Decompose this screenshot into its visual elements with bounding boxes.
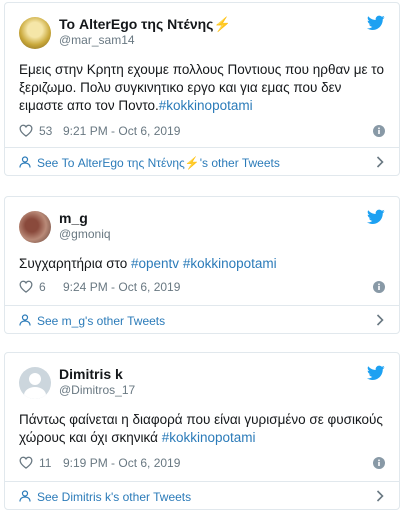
author-names[interactable]: m_g @gmoniq [59, 209, 111, 242]
tweet-timestamp[interactable]: 9:19 PM - Oct 6, 2019 [63, 456, 180, 470]
tweet-meta: 6 9:24 PM - Oct 6, 2019 [19, 279, 385, 295]
author-names[interactable]: Το AlterEgo της Ντένης⚡ @mar_sam14 [59, 15, 231, 48]
person-icon [19, 156, 31, 168]
tweet-timestamp[interactable]: 9:21 PM - Oct 6, 2019 [63, 124, 180, 138]
tweet-card[interactable]: m_g @gmoniq Συγχαρητήρια στο #opentv #ko… [4, 196, 400, 334]
like-count: 6 [39, 280, 46, 294]
display-name[interactable]: Το AlterEgo της Ντένης⚡ [59, 15, 231, 33]
chevron-right-icon [376, 314, 384, 326]
twitter-bird-icon[interactable] [367, 365, 385, 381]
screen-name[interactable]: @mar_sam14 [59, 33, 231, 48]
tweet-text: Πάντως φαίνεται η διαφορά που είναι γυρι… [19, 411, 385, 447]
display-name-text: Το AlterEgo της Ντένης [59, 16, 214, 32]
heart-icon[interactable] [19, 456, 33, 469]
see-other-tweets-link[interactable]: See m_g's other Tweets [19, 306, 385, 334]
heart-icon[interactable] [19, 280, 33, 293]
info-icon[interactable] [373, 125, 385, 137]
heart-icon[interactable] [19, 124, 33, 137]
hashtag-link[interactable]: #kokkinopotami [159, 98, 253, 113]
see-other-tweets-label: See m_g's other Tweets [37, 314, 166, 328]
see-other-tweets-link[interactable]: See Dimitris k's other Tweets [19, 482, 385, 510]
display-name[interactable]: Dimitris k [59, 365, 135, 383]
tweet-text: Συγχαρητήρια στο #opentv #kokkinopotami [19, 255, 385, 273]
tweet-header: m_g @gmoniq [19, 209, 389, 243]
lightning-emoji: ⚡ [213, 16, 231, 32]
hashtag-link[interactable]: #kokkinopotami [183, 256, 277, 271]
avatar[interactable] [19, 17, 51, 49]
display-name[interactable]: m_g [59, 209, 111, 227]
like-count: 53 [39, 124, 53, 138]
tweet-meta: 53 9:21 PM - Oct 6, 2019 [19, 123, 385, 139]
hashtag-link[interactable]: #opentv [131, 256, 179, 271]
avatar[interactable] [19, 211, 51, 243]
tweet-text: Εμεις στην Κρητη εχουμε πολλους Ποντιους… [19, 61, 385, 115]
twitter-bird-icon[interactable] [367, 209, 385, 225]
person-icon [19, 314, 31, 326]
screen-name[interactable]: @gmoniq [59, 227, 111, 242]
tweet-header: Dimitris k @Dimitros_17 [19, 365, 389, 399]
person-icon [19, 490, 31, 502]
tweet-card[interactable]: Dimitris k @Dimitros_17 Πάντως φαίνεται … [4, 352, 400, 510]
avatar[interactable] [19, 367, 51, 399]
tweet-body: Συγχαρητήρια στο [19, 256, 132, 271]
hashtag-link[interactable]: #kokkinopotami [162, 430, 256, 445]
chevron-right-icon [376, 490, 384, 502]
tweet-card[interactable]: Το AlterEgo της Ντένης⚡ @mar_sam14 Εμεις… [4, 2, 400, 176]
twitter-bird-icon[interactable] [367, 15, 385, 31]
see-other-tweets-label: See Το AlterEgo της Ντένης⚡'s other Twee… [37, 156, 280, 170]
tweet-timestamp[interactable]: 9:24 PM - Oct 6, 2019 [63, 280, 180, 294]
screen-name[interactable]: @Dimitros_17 [59, 383, 135, 398]
see-other-tweets-link[interactable]: See Το AlterEgo της Ντένης⚡'s other Twee… [19, 148, 385, 176]
like-count: 11 [39, 456, 52, 470]
info-icon[interactable] [373, 281, 385, 293]
see-other-tweets-label: See Dimitris k's other Tweets [37, 490, 192, 504]
author-names[interactable]: Dimitris k @Dimitros_17 [59, 365, 135, 398]
tweet-meta: 11 9:19 PM - Oct 6, 2019 [19, 455, 385, 471]
info-icon[interactable] [373, 457, 385, 469]
chevron-right-icon [376, 156, 384, 168]
tweet-header: Το AlterEgo της Ντένης⚡ @mar_sam14 [19, 15, 389, 49]
